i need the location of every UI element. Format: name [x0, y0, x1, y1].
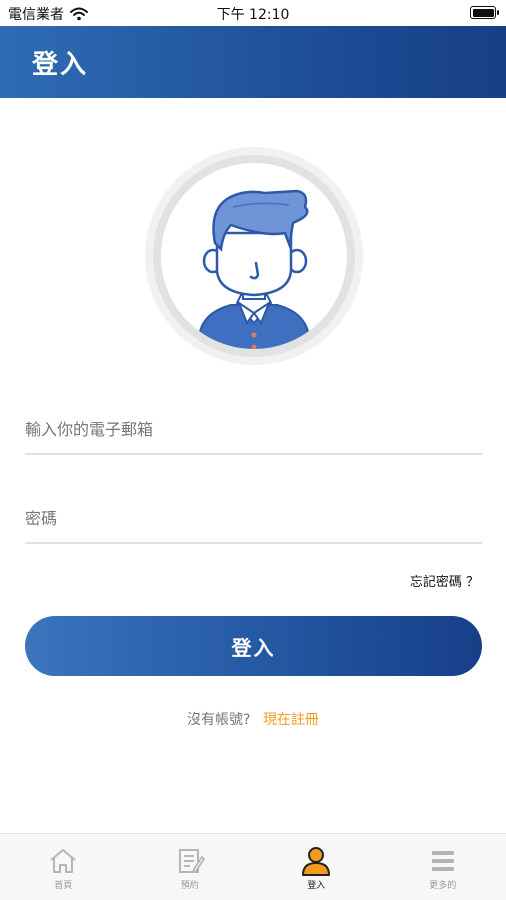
tab-label: 預約: [180, 881, 199, 891]
user-avatar-icon: [198, 189, 310, 349]
signup-link[interactable]: 現在註冊: [263, 712, 319, 728]
email-field[interactable]: [25, 405, 482, 455]
tab-booking[interactable]: 預約: [127, 834, 254, 900]
forgot-password-link[interactable]: 忘記密碼 ？: [410, 571, 479, 590]
signup-row: 沒有帳號? 現在註冊: [0, 709, 506, 729]
tab-label: 首頁: [54, 881, 73, 891]
email-input[interactable]: [25, 405, 482, 453]
page-title: 登入: [32, 50, 89, 80]
battery-icon: [470, 6, 499, 19]
user-icon: [302, 847, 331, 876]
password-field[interactable]: [25, 494, 482, 544]
status-time: 下午 12:10: [216, 7, 290, 23]
booking-icon: [178, 849, 205, 874]
tab-bar: 首頁 預約 登入 更多的: [0, 833, 506, 900]
avatar: [145, 147, 363, 365]
home-icon: [50, 849, 76, 873]
status-bar: 電信業者 下午 12:10: [0, 0, 506, 26]
tab-home[interactable]: 首頁: [0, 834, 127, 900]
login-button[interactable]: 登入: [25, 616, 482, 676]
tab-label: 登入: [307, 881, 326, 891]
tab-login[interactable]: 登入: [253, 834, 380, 900]
menu-icon: [431, 851, 454, 871]
tab-more[interactable]: 更多的: [380, 834, 506, 900]
signup-prompt: 沒有帳號?: [187, 712, 251, 728]
password-input[interactable]: [25, 494, 482, 542]
tab-label: 更多的: [429, 881, 457, 891]
app-header: 登入: [0, 26, 506, 98]
